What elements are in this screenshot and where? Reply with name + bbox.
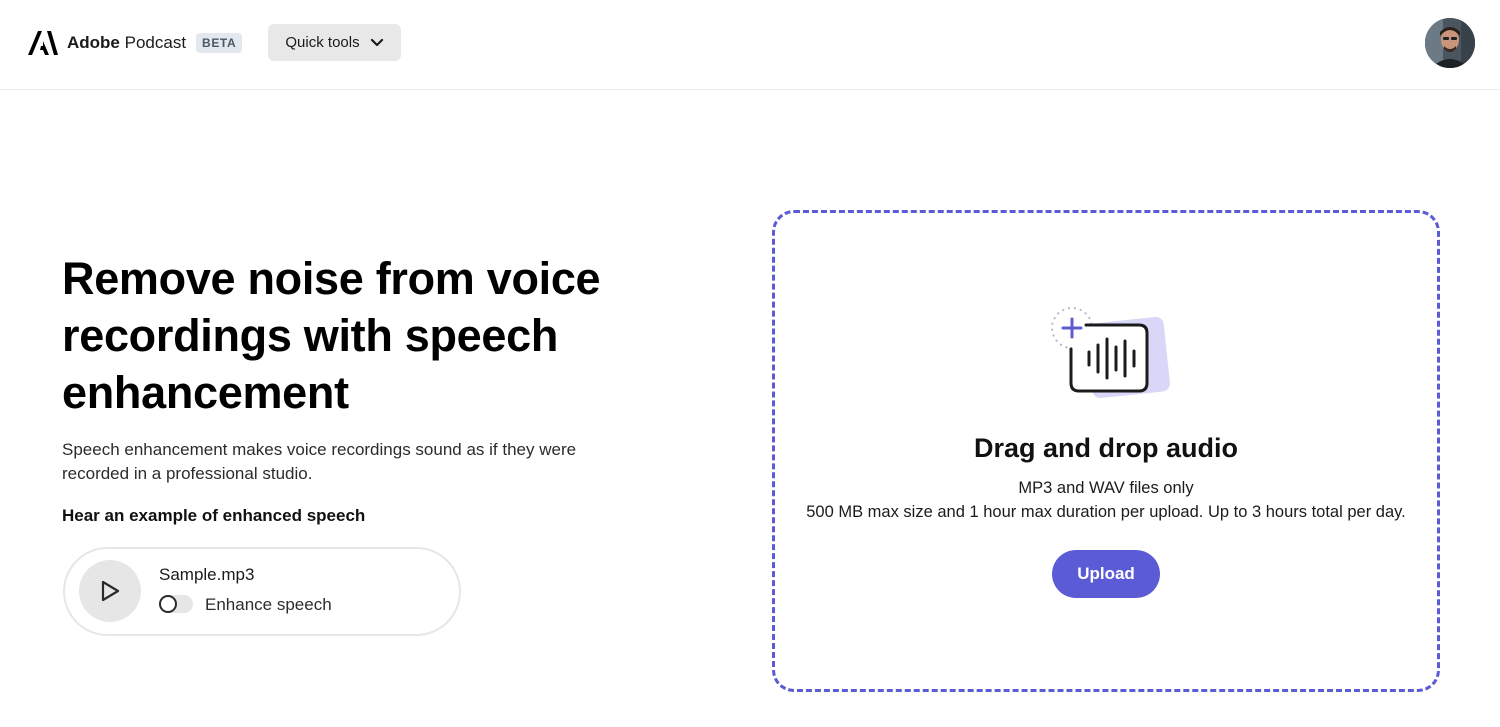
play-icon bbox=[101, 580, 120, 602]
sample-player: Sample.mp3 Enhance speech bbox=[63, 547, 461, 636]
hero-description: Speech enhancement makes voice recording… bbox=[62, 440, 577, 483]
dropzone-limits: 500 MB max size and 1 hour max duration … bbox=[806, 503, 1406, 521]
audio-upload-icon bbox=[1051, 307, 1170, 399]
example-label: Hear an example of enhanced speech bbox=[62, 506, 366, 525]
brand[interactable]: Adobe Podcast BETA bbox=[28, 30, 243, 56]
play-button[interactable] bbox=[79, 560, 141, 622]
beta-badge: BETA bbox=[196, 33, 243, 53]
toggle-knob bbox=[159, 595, 177, 613]
page-title: Remove noise from voice recordings with … bbox=[62, 253, 601, 418]
user-avatar[interactable] bbox=[1425, 18, 1475, 68]
adobe-logo-icon bbox=[28, 31, 58, 55]
dropzone-title: Drag and drop audio bbox=[973, 433, 1238, 463]
dropzone-formats: MP3 and WAV files only bbox=[1018, 479, 1194, 497]
quick-tools-label: Quick tools bbox=[285, 34, 360, 51]
enhance-speech-label: Enhance speech bbox=[205, 595, 332, 614]
quick-tools-dropdown[interactable]: Quick tools bbox=[268, 24, 401, 61]
audio-dropzone[interactable]: Drag and drop audio MP3 and WAV files on… bbox=[772, 210, 1440, 692]
sample-file-name: Sample.mp3 bbox=[159, 565, 255, 584]
brand-name: Adobe Podcast bbox=[67, 33, 187, 52]
avatar-icon bbox=[1425, 18, 1475, 68]
top-bar: Adobe Podcast BETA Quick tools bbox=[0, 0, 1500, 90]
upload-button[interactable]: Upload bbox=[1052, 550, 1160, 598]
enhance-speech-toggle[interactable] bbox=[159, 595, 193, 613]
chevron-down-icon bbox=[370, 38, 383, 46]
